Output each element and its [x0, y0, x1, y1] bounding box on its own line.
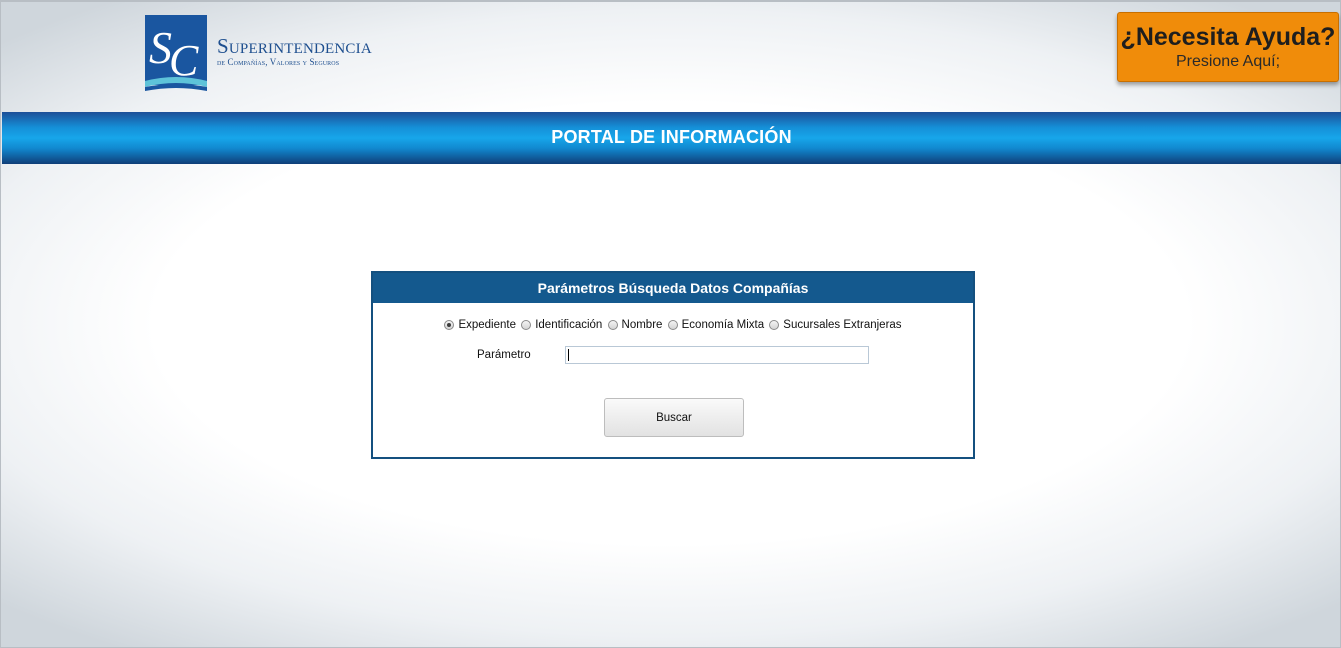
option-label: Nombre: [621, 319, 663, 331]
radio-sucursales-extranjeras[interactable]: [769, 320, 780, 330]
option-identificacion[interactable]: Identificación: [521, 319, 602, 331]
search-button[interactable]: Buscar: [604, 398, 744, 437]
banner: PORTAL DE INFORMACIÓN: [2, 112, 1341, 164]
option-sucursales-extranjeras[interactable]: Sucursales Extranjeras: [769, 319, 902, 331]
option-label: Sucursales Extranjeras: [783, 319, 902, 331]
panel-title: Parámetros Búsqueda Datos Compañías: [373, 273, 973, 303]
logo-subtitle: de Compañías, Valores y Seguros: [217, 57, 340, 67]
option-label: Identificación: [535, 319, 603, 331]
parameter-input[interactable]: [565, 346, 869, 364]
logo[interactable]: S C Superintendencia de Compañías, Valor…: [145, 15, 401, 95]
search-panel: Parámetros Búsqueda Datos Compañías Expe…: [371, 271, 975, 459]
option-label: Expediente: [458, 319, 516, 331]
help-title: ¿Necesita Ayuda?: [1120, 23, 1336, 51]
radio-economia-mixta[interactable]: [667, 320, 678, 330]
radio-expediente[interactable]: [444, 320, 455, 330]
search-type-options: Expediente Identificación Nombre Economí…: [373, 319, 973, 333]
text-cursor: [568, 349, 569, 361]
radio-identificacion[interactable]: [521, 320, 532, 330]
page-title: PORTAL DE INFORMACIÓN: [551, 127, 792, 147]
logo-monogram-icon: S C: [145, 15, 207, 91]
option-expediente[interactable]: Expediente: [444, 319, 516, 331]
parameter-label: Parámetro: [477, 349, 531, 361]
help-subtitle: Presione Aquí;: [1175, 53, 1281, 70]
logo-name: Superintendencia: [217, 34, 372, 58]
option-label: Economía Mixta: [681, 319, 765, 331]
option-economia-mixta[interactable]: Economía Mixta: [667, 319, 765, 331]
option-nombre[interactable]: Nombre: [607, 319, 663, 331]
help-button[interactable]: ¿Necesita Ayuda? Presione Aquí;: [1117, 12, 1339, 82]
radio-nombre[interactable]: [607, 320, 618, 330]
